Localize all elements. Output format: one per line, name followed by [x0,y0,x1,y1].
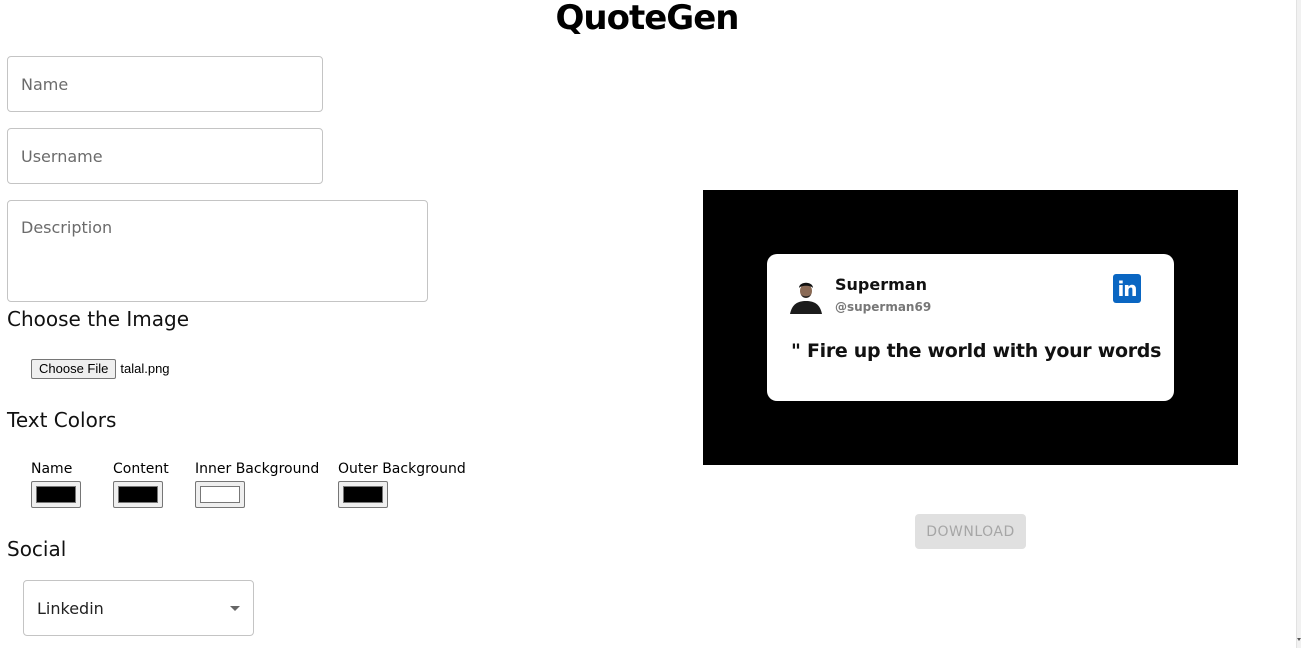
linkedin-icon: in [1113,274,1141,303]
scroll-down-icon[interactable] [1297,638,1301,641]
description-input[interactable] [21,218,414,275]
username-input[interactable] [21,146,309,166]
file-picker: Choose File talal.png [31,358,170,379]
name-input[interactable] [21,74,309,94]
color-picker-content: Content [113,461,169,508]
color-label: Content [113,461,169,477]
quote-text: Fire up the world with your words [806,340,1162,362]
color-picker-inner-background: Inner Background [195,461,320,508]
description-field[interactable] [7,200,428,302]
color-label: Outer Background [338,461,466,477]
outer-background-color-swatch[interactable] [338,481,388,508]
content-color-swatch[interactable] [113,481,163,508]
inner-background-color-swatch[interactable] [195,481,245,508]
quote-preview: Superman @superman69 " Fire up the world… [703,190,1238,465]
color-picker-name: Name [31,461,81,508]
color-picker-outer-background: Outer Background [338,461,466,508]
quote-card: Superman @superman69 " Fire up the world… [767,254,1174,401]
username-field[interactable] [7,128,323,184]
selected-file-name: talal.png [120,361,170,376]
color-label: Name [31,461,73,477]
card-quote: " Fire up the world with your words [791,340,1161,362]
card-name: Superman [835,275,927,294]
social-heading: Social [7,537,67,561]
text-colors-heading: Text Colors [7,408,117,432]
social-select-value: Linkedin [37,598,104,618]
name-field[interactable] [7,56,323,112]
color-label: Inner Background [195,461,320,477]
avatar [788,276,824,314]
download-button[interactable]: DOWNLOAD [915,514,1026,549]
choose-file-button[interactable]: Choose File [31,358,117,379]
social-select[interactable]: Linkedin [23,580,254,636]
chevron-down-icon [230,606,240,611]
page-title: QuoteGen [555,0,740,38]
name-color-swatch[interactable] [31,481,81,508]
card-username: @superman69 [835,300,932,314]
quote-mark: " [791,340,801,362]
scrollbar[interactable] [1296,0,1301,648]
choose-image-heading: Choose the Image [7,307,190,331]
